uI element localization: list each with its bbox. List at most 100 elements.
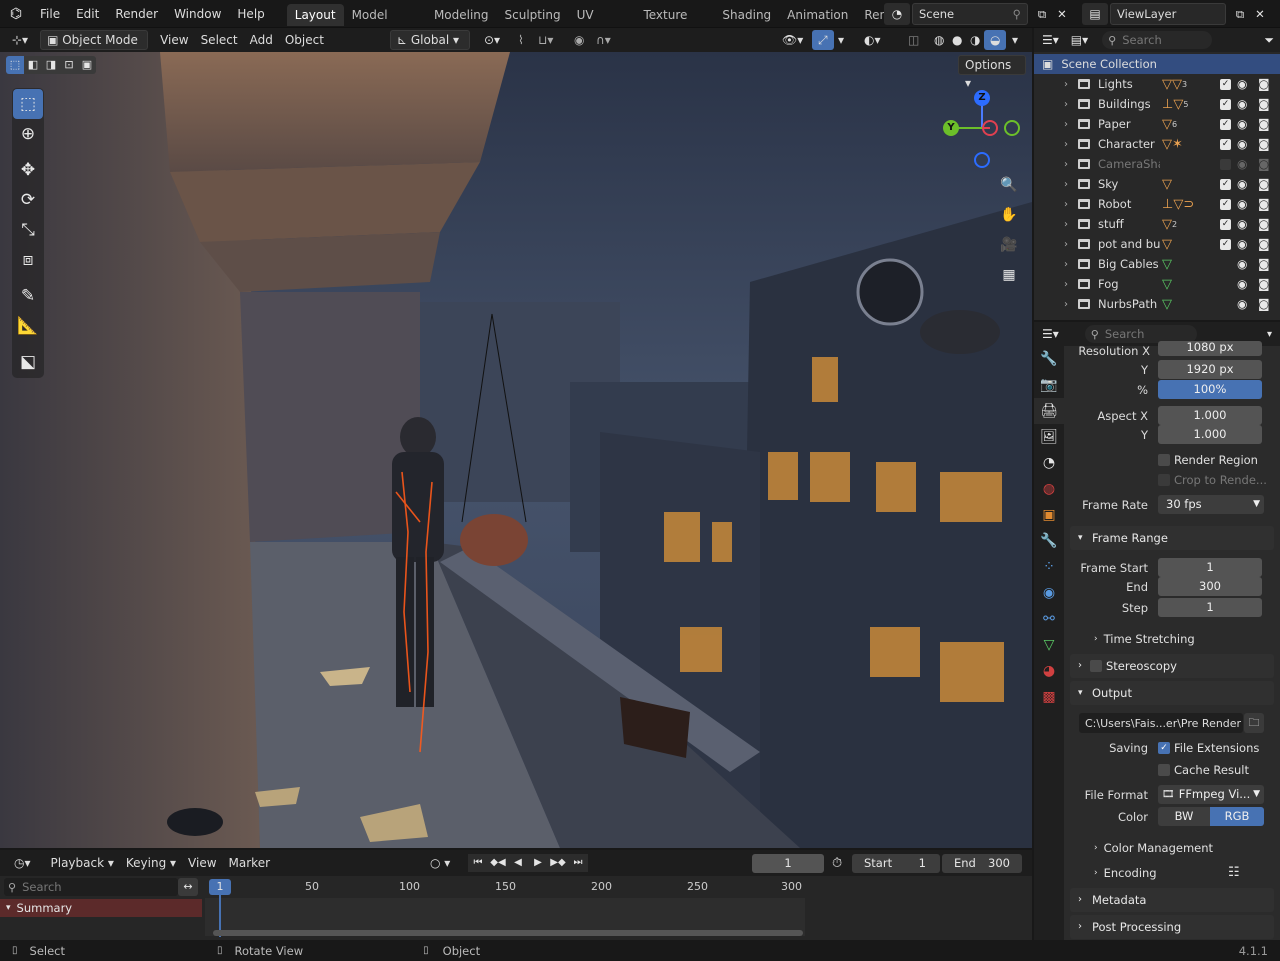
constraints-tab-icon[interactable]: ⚯ <box>1034 606 1064 632</box>
rendered-shading-icon[interactable]: ◒ <box>984 30 1007 50</box>
render-camera-icon[interactable]: ◙ <box>1258 297 1270 311</box>
outliner-row[interactable]: › Fog ▽ ◉ ◙ <box>1034 274 1280 294</box>
aspect-y-field[interactable]: 1.000 <box>1158 425 1262 444</box>
start-frame-field[interactable]: Start 1 <box>852 853 940 873</box>
modifier-tab-icon[interactable]: 🔧 <box>1034 528 1064 554</box>
scene-collection-row[interactable]: ▣ Scene Collection <box>1034 54 1280 74</box>
exclude-checkbox[interactable]: ✓ <box>1220 218 1231 230</box>
perspective-toggle-icon[interactable]: ▦ <box>996 260 1022 290</box>
exclude-checkbox[interactable]: ✓ <box>1220 118 1231 130</box>
eye-icon[interactable]: ◉ <box>1237 97 1247 111</box>
eye-icon[interactable]: ◉ <box>1237 77 1247 91</box>
world-tab-icon[interactable]: ◍ <box>1034 476 1064 502</box>
tool-tab-icon[interactable]: 🔧 <box>1034 346 1064 372</box>
current-frame-field[interactable]: 1 <box>752 853 824 873</box>
mode-selector[interactable]: ▣ Object Mode ▾ <box>40 30 149 65</box>
metadata-panel[interactable]: › Metadata <box>1070 888 1274 912</box>
shading-menu-icon[interactable]: ▾ <box>1006 30 1024 50</box>
texture-tab-icon[interactable]: ▩ <box>1034 684 1064 710</box>
stopwatch-icon[interactable]: ⏱ <box>832 856 842 871</box>
summary-channel[interactable]: ▾ Summary <box>0 899 202 917</box>
outliner-row[interactable]: › Lights ▽▽ 3 ✓ ◉ ◙ <box>1034 74 1280 94</box>
blender-logo-icon[interactable]: ⌬ <box>0 6 32 22</box>
measure-tool-icon[interactable]: 📐 <box>13 311 43 341</box>
outliner-row[interactable]: › stuff ▽ 2 ✓ ◉ ◙ <box>1034 214 1280 234</box>
crop-checkbox[interactable] <box>1158 474 1170 486</box>
timeline-body[interactable]: ⚲ Search ↔ ▾ Summary 1 50 100 150 200 25… <box>0 876 1032 940</box>
gizmo-x-axis[interactable] <box>982 120 998 136</box>
eye-icon[interactable]: ◉ <box>1237 257 1247 271</box>
resolution-y-field[interactable]: 1920 px <box>1158 360 1262 379</box>
expand-icon[interactable]: › <box>1060 159 1072 170</box>
object-tab-icon[interactable]: ▣ <box>1034 502 1064 528</box>
rotate-tool-icon[interactable]: ⟳ <box>13 185 43 215</box>
move-tool-icon[interactable]: ✥ <box>13 155 43 185</box>
render-camera-icon[interactable]: ◙ <box>1258 157 1270 171</box>
scale-tool-icon[interactable]: ⤡ <box>13 215 43 245</box>
exclude-checkbox[interactable] <box>1220 158 1231 170</box>
exclude-checkbox[interactable]: ✓ <box>1220 198 1231 210</box>
outliner-row[interactable]: › CameraShakify.v2 ◉ ◙ <box>1034 154 1280 174</box>
next-keyframe-icon[interactable]: ▶◆ <box>548 854 568 872</box>
outliner-row[interactable]: › Buildings ⊥▽ 5 ✓ ◉ ◙ <box>1034 94 1280 114</box>
new-scene-icon[interactable]: ⧉ <box>1032 7 1052 22</box>
resolution-x-field[interactable]: 1080 px <box>1158 341 1262 356</box>
new-viewlayer-icon[interactable]: ⧉ <box>1230 7 1250 22</box>
outliner-search[interactable]: ⚲ Search <box>1102 31 1213 49</box>
sync-icon[interactable]: ↔ <box>178 878 198 896</box>
editor-type-icon[interactable]: ⊹▾ <box>6 30 34 50</box>
tab-sculpting[interactable]: Sculpting <box>497 4 569 26</box>
add-cube-tool-icon[interactable]: ⬕ <box>13 347 43 377</box>
expand-icon[interactable]: › <box>1060 139 1072 150</box>
folder-icon[interactable]: 🗀 <box>1244 713 1264 733</box>
stereoscopy-panel[interactable]: › Stereoscopy <box>1070 654 1274 678</box>
color-bw-button[interactable]: BW <box>1158 807 1210 826</box>
render-camera-icon[interactable]: ◙ <box>1258 217 1270 231</box>
menu-add[interactable]: Add <box>244 30 279 50</box>
exclude-checkbox[interactable]: ✓ <box>1220 78 1231 90</box>
auto-key-icon[interactable]: ○ ▾ <box>424 853 456 873</box>
physics-tab-icon[interactable]: ◉ <box>1034 580 1064 606</box>
eye-icon[interactable]: ◉ <box>1237 117 1247 131</box>
annotate-tool-icon[interactable]: ✎ <box>13 281 43 311</box>
gizmo-menu-icon[interactable]: ▾ <box>832 30 850 50</box>
resolution-percent-field[interactable]: 100% <box>1158 380 1262 399</box>
transform-tool-icon[interactable]: ⧈ <box>13 245 43 275</box>
list-icon[interactable]: ☷ <box>1228 865 1240 880</box>
pivot-icon[interactable]: ⊙▾ <box>478 30 506 50</box>
jump-start-icon[interactable]: ⏮ <box>468 854 488 872</box>
scene-icon[interactable]: ◔ <box>884 3 910 25</box>
encoding-subpanel[interactable]: › Encoding <box>1094 866 1157 880</box>
stereoscopy-checkbox[interactable] <box>1090 660 1102 672</box>
tab-shading[interactable]: Shading <box>714 4 779 26</box>
render-camera-icon[interactable]: ◙ <box>1258 177 1270 191</box>
delete-scene-icon[interactable]: ✕ <box>1052 7 1072 21</box>
playback-menu[interactable]: Playback ▾ <box>45 853 120 873</box>
render-camera-icon[interactable]: ◙ <box>1258 277 1270 291</box>
exclude-checkbox[interactable]: ✓ <box>1220 138 1231 150</box>
outliner-row[interactable]: › Big Cables ▽ ◉ ◙ <box>1034 254 1280 274</box>
outliner-row[interactable]: › Character ▽✶ ✓ ◉ ◙ <box>1034 134 1280 154</box>
file-extensions-checkbox[interactable]: ✓ <box>1158 742 1170 754</box>
select-intersect-icon[interactable]: ⊡ <box>60 56 78 74</box>
render-camera-icon[interactable]: ◙ <box>1258 97 1270 111</box>
timeline-scrollbar[interactable] <box>213 930 803 936</box>
tab-model-editing[interactable]: Model Editing <box>344 4 426 26</box>
eye-icon[interactable]: ◉ <box>1237 217 1247 231</box>
camera-view-icon[interactable]: 🎥 <box>996 230 1022 260</box>
proportional-icon[interactable]: ◉ <box>568 30 590 50</box>
navigation-gizmo[interactable]: Z Y <box>940 86 1024 170</box>
expand-icon[interactable]: › <box>1060 199 1072 210</box>
material-tab-icon[interactable]: ◕ <box>1034 658 1064 684</box>
snap-target-icon[interactable]: ⊔▾ <box>532 30 559 50</box>
menu-render[interactable]: Render <box>107 0 166 28</box>
render-camera-icon[interactable]: ◙ <box>1258 77 1270 91</box>
exclude-checkbox[interactable]: ✓ <box>1220 238 1231 250</box>
color-rgb-button[interactable]: RGB <box>1210 807 1264 826</box>
expand-icon[interactable]: › <box>1060 299 1072 310</box>
outliner-row[interactable]: › Robot ⊥▽⊃ ✓ ◉ ◙ <box>1034 194 1280 214</box>
expand-icon[interactable]: › <box>1060 259 1072 270</box>
expand-icon[interactable]: › <box>1060 79 1072 90</box>
select-extend-icon[interactable]: ◧ <box>24 56 42 74</box>
color-management-subpanel[interactable]: › Color Management <box>1094 841 1213 855</box>
